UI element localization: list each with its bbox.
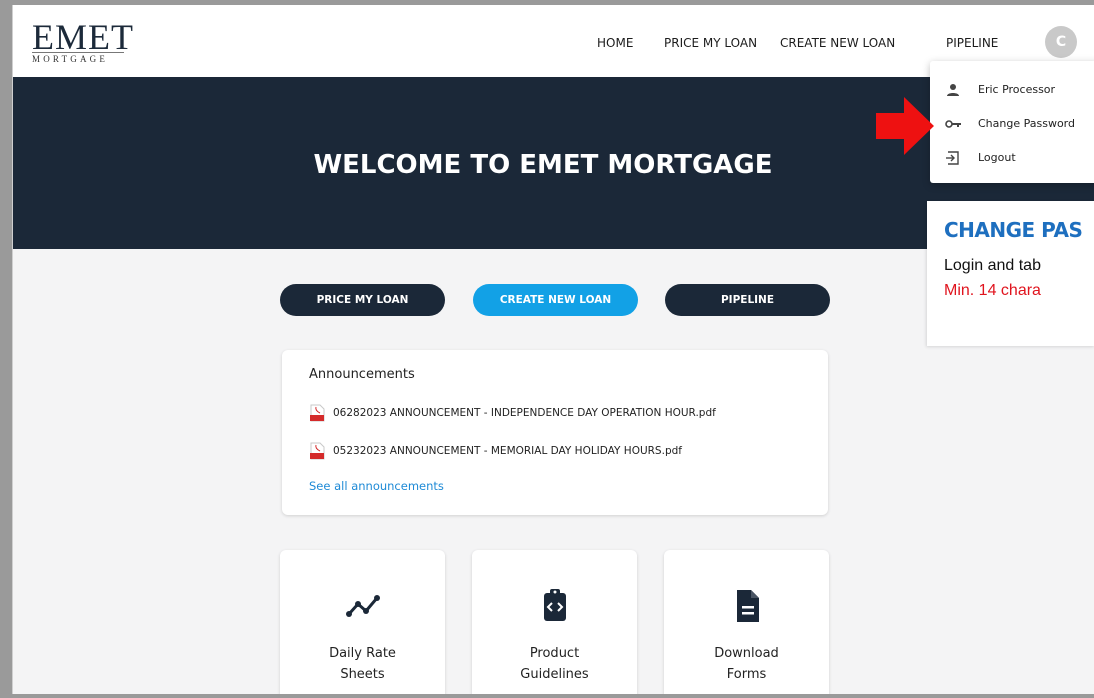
menu-item-change-password[interactable]: Change Password [930,109,1094,139]
product-guidelines-tile[interactable]: Product Guidelines [472,550,637,694]
pdf-icon [310,442,325,460]
tile-label: Product [529,646,580,661]
nav-create-new-loan[interactable]: CREATE NEW LOAN [780,36,895,50]
pdf-icon [310,404,325,422]
document-icon [736,590,759,622]
clipboard-code-icon [543,589,566,621]
announcement-filename: 06282023 ANNOUNCEMENT - INDEPENDENCE DAY… [333,407,716,419]
red-arrow-annotation-icon [876,97,934,155]
daily-rate-sheets-tile[interactable]: Daily Rate Sheets [280,550,445,694]
tile-label: Sheets [340,667,385,682]
trend-line-icon [345,595,380,617]
logout-icon [946,151,959,165]
nav-home[interactable]: HOME [597,36,633,50]
nav-price-my-loan[interactable]: PRICE MY LOAN [664,36,757,50]
callout-requirement: Min. 14 chara [944,282,1041,299]
tile-label: Forms [726,667,767,682]
change-password-callout: CHANGE PAS Login and tab Min. 14 chara [927,201,1094,346]
key-icon [945,120,961,128]
user-dropdown-menu: Eric Processor Change Password Logout [930,61,1094,183]
menu-item-label: Change Password [978,117,1075,130]
emet-logo[interactable]: EMET MORTGAGE [32,19,142,65]
announcement-item[interactable]: 05232023 ANNOUNCEMENT - MEMORIAL DAY HOL… [309,442,682,460]
see-all-announcements-link[interactable]: See all announcements [309,479,444,493]
menu-item-label: Logout [978,151,1016,164]
person-icon [947,84,959,96]
announcement-item[interactable]: 06282023 ANNOUNCEMENT - INDEPENDENCE DAY… [309,404,716,422]
menu-item-label: Eric Processor [978,83,1056,96]
download-forms-tile[interactable]: Download Forms [664,550,829,694]
callout-instruction: Login and tab [944,257,1041,274]
announcements-card: Announcements 06282023 ANNOUNCEMENT - IN… [282,350,828,515]
logo-wordmark: EMET [32,17,134,57]
nav-pipeline[interactable]: PIPELINE [946,36,998,50]
browser-viewport: EMET MORTGAGE HOME PRICE MY LOAN CREATE … [12,5,1094,694]
callout-title: CHANGE PAS [944,218,1083,242]
tile-label: Guidelines [520,667,589,682]
tile-label: Daily Rate [329,646,396,661]
announcement-filename: 05232023 ANNOUNCEMENT - MEMORIAL DAY HOL… [333,445,682,457]
menu-item-logout[interactable]: Logout [930,143,1094,173]
pipeline-button[interactable]: PIPELINE [665,284,830,316]
tile-label: Download [714,646,779,661]
price-my-loan-button[interactable]: PRICE MY LOAN [280,284,445,316]
user-avatar[interactable]: C [1045,26,1077,58]
menu-item-profile[interactable]: Eric Processor [930,75,1094,105]
create-new-loan-button[interactable]: CREATE NEW LOAN [473,284,638,316]
announcements-title: Announcements [309,367,415,382]
